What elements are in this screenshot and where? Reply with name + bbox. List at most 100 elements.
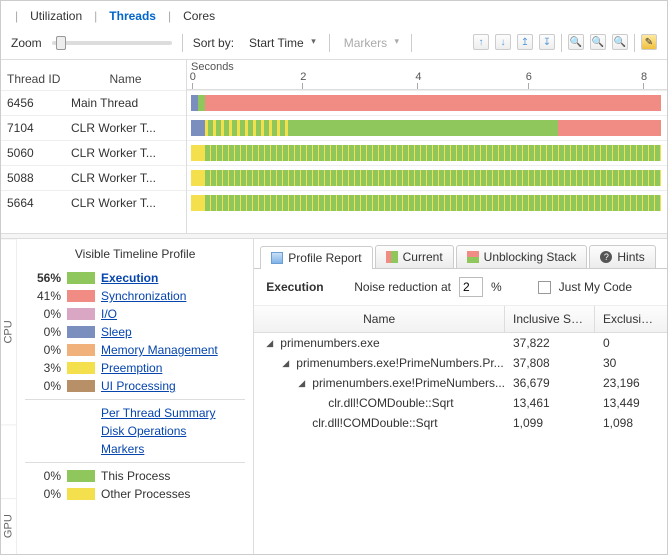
link-disk: Disk Operations [25,422,245,440]
move-top-icon[interactable]: ↥ [517,34,533,50]
profile-title: Visible Timeline Profile [25,245,245,269]
timeline: Thread ID Name 6456Main Thread 7104CLR W… [1,59,667,233]
swatch [67,326,95,338]
move-down-icon[interactable]: ↓ [495,34,511,50]
table-row[interactable]: clr.dll!COMDouble::Sqrt 13,46113,449 [254,393,667,413]
thread-list: Thread ID Name 6456Main Thread 7104CLR W… [1,60,187,233]
legend-link[interactable]: Per Thread Summary [101,406,216,420]
expander-icon[interactable]: ◢ [298,378,308,389]
thread-name: Main Thread [71,96,180,110]
zoom-reset-icon[interactable]: 🔍 [590,34,606,50]
filter-title: Execution [266,280,346,294]
sortby-label: Sort by: [193,36,234,50]
col-inclusive[interactable]: Inclusive Sam... [505,306,595,332]
tab-current[interactable]: Current [375,245,454,268]
thread-row[interactable]: 5664CLR Worker T... [1,190,186,215]
move-up-icon[interactable]: ↑ [473,34,489,50]
link-perthread: Per Thread Summary [25,404,245,422]
time-ruler: Seconds 0 2 4 6 8 [187,60,667,90]
legend-link[interactable]: Memory Management [101,343,218,357]
unblocking-icon [467,251,479,263]
zoom-slider[interactable] [52,41,172,45]
noise-input[interactable] [459,277,483,297]
links-rail [1,424,16,498]
ruler-label: Seconds [191,61,234,73]
row-name: primenumbers.exe!PrimeNumbers... [312,376,505,390]
thread-bar[interactable] [187,115,667,140]
legend-link[interactable]: Sleep [101,325,132,339]
row-name: clr.dll!COMDouble::Sqrt [328,396,453,410]
row-name: primenumbers.exe [280,336,379,350]
row-incl: 13,461 [505,396,595,410]
sort-select[interactable]: Start Time [244,33,319,53]
tab-cores[interactable]: Cores [179,7,219,25]
zoom-label: Zoom [11,36,42,50]
current-icon [386,251,398,263]
thread-row[interactable]: 5060CLR Worker T... [1,140,186,165]
col-exclusive[interactable]: Exclusive... [595,306,667,332]
thread-row[interactable]: 5088CLR Worker T... [1,165,186,190]
expander-icon[interactable]: ◢ [282,358,292,369]
row-excl: 30 [595,356,667,370]
thread-bar[interactable] [187,190,667,215]
move-bottom-icon[interactable]: ↧ [539,34,555,50]
row-incl: 36,679 [505,376,595,390]
swatch [67,488,95,500]
legend-execution: 56% Execution [25,269,245,287]
thread-bars [187,90,667,233]
thread-bar[interactable] [187,165,667,190]
divider: | [162,9,177,23]
expander-icon[interactable]: ◢ [266,338,276,349]
just-my-code-checkbox[interactable] [538,281,551,294]
col-thread-id: Thread ID [7,72,71,86]
row-incl: 37,822 [505,336,595,350]
row-excl: 1,098 [595,416,667,430]
legend-pct: 56% [25,271,61,285]
swatch [67,308,95,320]
zoom-thumb[interactable] [56,36,66,50]
gpu-other: 0%Other Processes [25,485,245,503]
legend-ui: 0%UI Processing [25,377,245,395]
legend-link[interactable]: Execution [101,271,158,285]
tick: 6 [526,71,532,83]
legend-link[interactable]: Disk Operations [101,424,186,438]
legend-link[interactable]: Markers [101,442,144,456]
col-name[interactable]: Name [254,306,505,332]
thread-row[interactable]: 6456Main Thread [1,90,186,115]
row-excl: 13,449 [595,396,667,410]
table-row[interactable]: ◢primenumbers.exe!PrimeNumbers.Pr...37,8… [254,353,667,373]
tick: 8 [641,71,647,83]
divider [182,34,183,52]
highlight-icon[interactable]: ✎ [641,34,657,50]
legend-label: Other Processes [101,487,190,501]
tab-hints[interactable]: ?Hints [589,245,655,268]
legend-link[interactable]: I/O [101,307,117,321]
tab-threads[interactable]: Threads [105,7,160,25]
tab-utilization[interactable]: Utilization [26,7,86,25]
tab-profile-report[interactable]: Profile Report [260,246,372,269]
table-row[interactable]: ◢ primenumbers.exe!PrimeNumbers...36,6792… [254,373,667,393]
swatch [67,362,95,374]
divider [561,34,562,52]
legend-link[interactable]: UI Processing [101,379,176,393]
row-name: primenumbers.exe!PrimeNumbers.Pr... [296,356,503,370]
thread-id: 6456 [7,96,71,110]
timeline-canvas[interactable]: Seconds 0 2 4 6 8 [187,60,667,233]
profile-report: Profile Report Current Unblocking Stack … [254,239,667,554]
zoom-fit-icon[interactable]: 🔍 [612,34,628,50]
row-excl: 23,196 [595,376,667,390]
divider [329,34,330,52]
zoom-tool-icon[interactable]: 🔍 [568,34,584,50]
thread-row[interactable]: 7104CLR Worker T... [1,115,186,140]
legend-link[interactable]: Preemption [101,361,162,375]
thread-bar[interactable] [187,140,667,165]
table-row[interactable]: clr.dll!COMDouble::Sqrt1,0991,098 [254,413,667,433]
legend-link[interactable]: Synchronization [101,289,186,303]
markers-dropdown[interactable]: Markers [340,34,401,52]
table-row[interactable]: ◢primenumbers.exe37,8220 [254,333,667,353]
thread-bar[interactable] [187,90,667,115]
tick: 2 [300,71,306,83]
gpu-label: GPU [1,498,16,554]
visible-timeline-profile: CPU GPU Visible Timeline Profile 56%Exec… [1,239,254,554]
tab-unblocking[interactable]: Unblocking Stack [456,245,588,268]
